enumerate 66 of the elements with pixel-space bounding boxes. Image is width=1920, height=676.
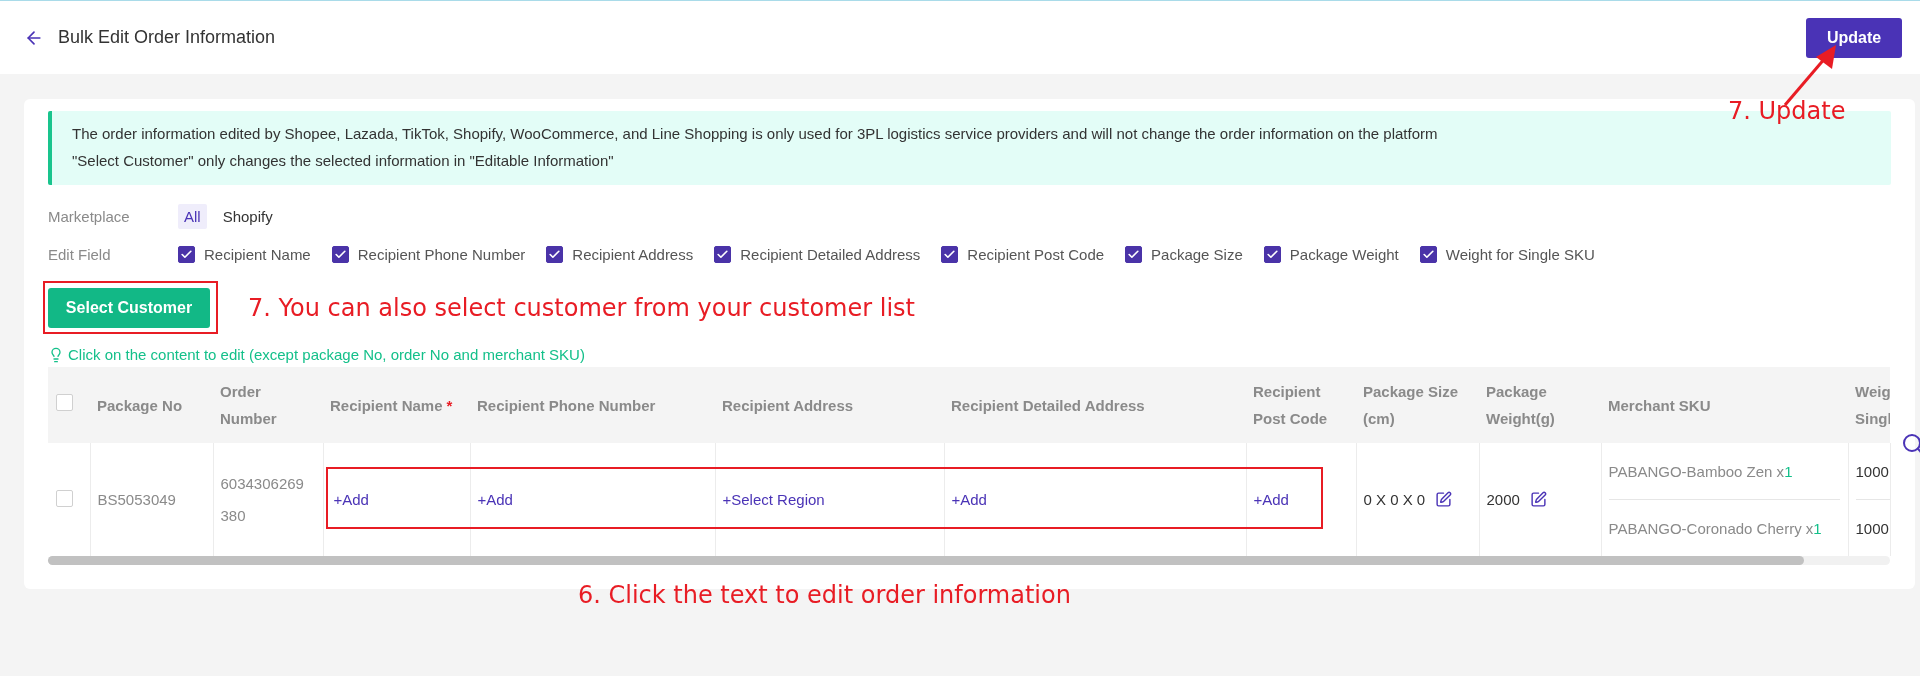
annotation-text: 7. You can also select customer from your customer list [248, 293, 915, 322]
required-asterisk: * [446, 396, 453, 414]
column-header: Package Weight(g) [1486, 383, 1555, 427]
checkbox[interactable] [941, 245, 959, 263]
column-header: Order Number [220, 383, 277, 427]
checkbox-label[interactable]: Package Size [1151, 245, 1243, 263]
checkbox[interactable] [546, 245, 564, 263]
sku-weight: 1000 [1855, 519, 1889, 537]
add-link[interactable]: +Add [477, 491, 513, 508]
column-header: Weig Singl [1855, 383, 1890, 427]
sku-weight: 1000 [1855, 462, 1889, 480]
check-icon [943, 247, 957, 261]
column-header: Recipient Name [330, 396, 443, 414]
checkbox-label[interactable]: Recipient Phone Number [357, 245, 526, 263]
merchant-sku: PABANGO-Coronado Cherry x1 [1608, 519, 1822, 537]
marketplace-option[interactable]: All [178, 203, 207, 229]
annotation-text: 7. Update [1728, 97, 1846, 125]
cell-value: 2000 [1486, 491, 1520, 508]
notice-text: "Select Customer" only changes the selected information in "Editable Information" [72, 151, 615, 171]
checkbox-label[interactable]: Package Weight [1289, 245, 1399, 263]
hint-text: Click on the content to edit (except package No, order No and merchant SKU) [68, 346, 585, 363]
check-icon [548, 247, 562, 261]
page-title: Bulk Edit Order Information [58, 27, 277, 48]
edit-icon[interactable] [1529, 491, 1547, 508]
checkbox[interactable] [714, 245, 732, 263]
notice-text: The order information edited by Shopee, Lazada, TikTok, Shopify, WooCommerce, and Line Shopping is only used for 3PL logistics service providers and will not change the order information on the platform [72, 124, 1439, 144]
checkbox[interactable] [1125, 245, 1143, 263]
check-icon [716, 247, 730, 261]
check-icon [180, 247, 193, 261]
checkbox-label[interactable]: Recipient Name [204, 245, 311, 263]
checkbox-label[interactable]: Weight for Single SKU [1445, 245, 1595, 263]
merchant-sku: PABANGO-Bamboo Zen x1 [1608, 462, 1793, 480]
add-link[interactable]: +Add [1253, 491, 1289, 508]
add-link[interactable]: +Select Region [722, 491, 825, 508]
column-header: Package Size (cm) [1363, 383, 1459, 427]
marketplace-option[interactable]: Shopify [216, 203, 279, 229]
checkbox[interactable] [1419, 245, 1437, 263]
order-number: 6034306269380 [220, 473, 305, 526]
edit-icon[interactable] [1435, 491, 1453, 508]
update-button[interactable]: Update [1806, 17, 1902, 58]
column-header: Recipient Address [722, 396, 854, 414]
cell-value: 0 X 0 X 0 [1363, 491, 1426, 508]
check-icon [1421, 247, 1435, 261]
check-icon [333, 247, 347, 261]
checkbox-label[interactable]: Recipient Address [572, 245, 694, 263]
add-link[interactable]: +Add [951, 491, 987, 508]
checkbox[interactable] [178, 245, 195, 263]
filter-label: Edit Field [48, 245, 112, 263]
checkbox[interactable] [1263, 245, 1281, 263]
column-header: Recipient Post Code [1253, 383, 1328, 427]
checkbox-label[interactable]: Recipient Post Code [967, 245, 1105, 263]
filter-label: Marketplace [48, 207, 131, 225]
column-header: Recipient Detailed Address [951, 396, 1145, 414]
check-icon [1265, 247, 1279, 261]
lightbulb-icon [48, 346, 64, 363]
column-header: Package No [97, 396, 183, 414]
row-checkbox[interactable] [56, 489, 73, 507]
checkbox[interactable] [331, 245, 349, 263]
checkbox-label[interactable]: Recipient Detailed Address [740, 245, 921, 263]
package-number: BS5053049 [97, 489, 176, 510]
select-all-checkbox[interactable] [56, 393, 73, 411]
annotation-text: 6. Click the text to edit order information [578, 581, 1071, 609]
column-header: Merchant SKU [1608, 396, 1711, 414]
column-header: Recipient Phone Number [477, 396, 656, 414]
check-icon [1127, 247, 1141, 261]
add-link[interactable]: +Add [333, 491, 369, 508]
